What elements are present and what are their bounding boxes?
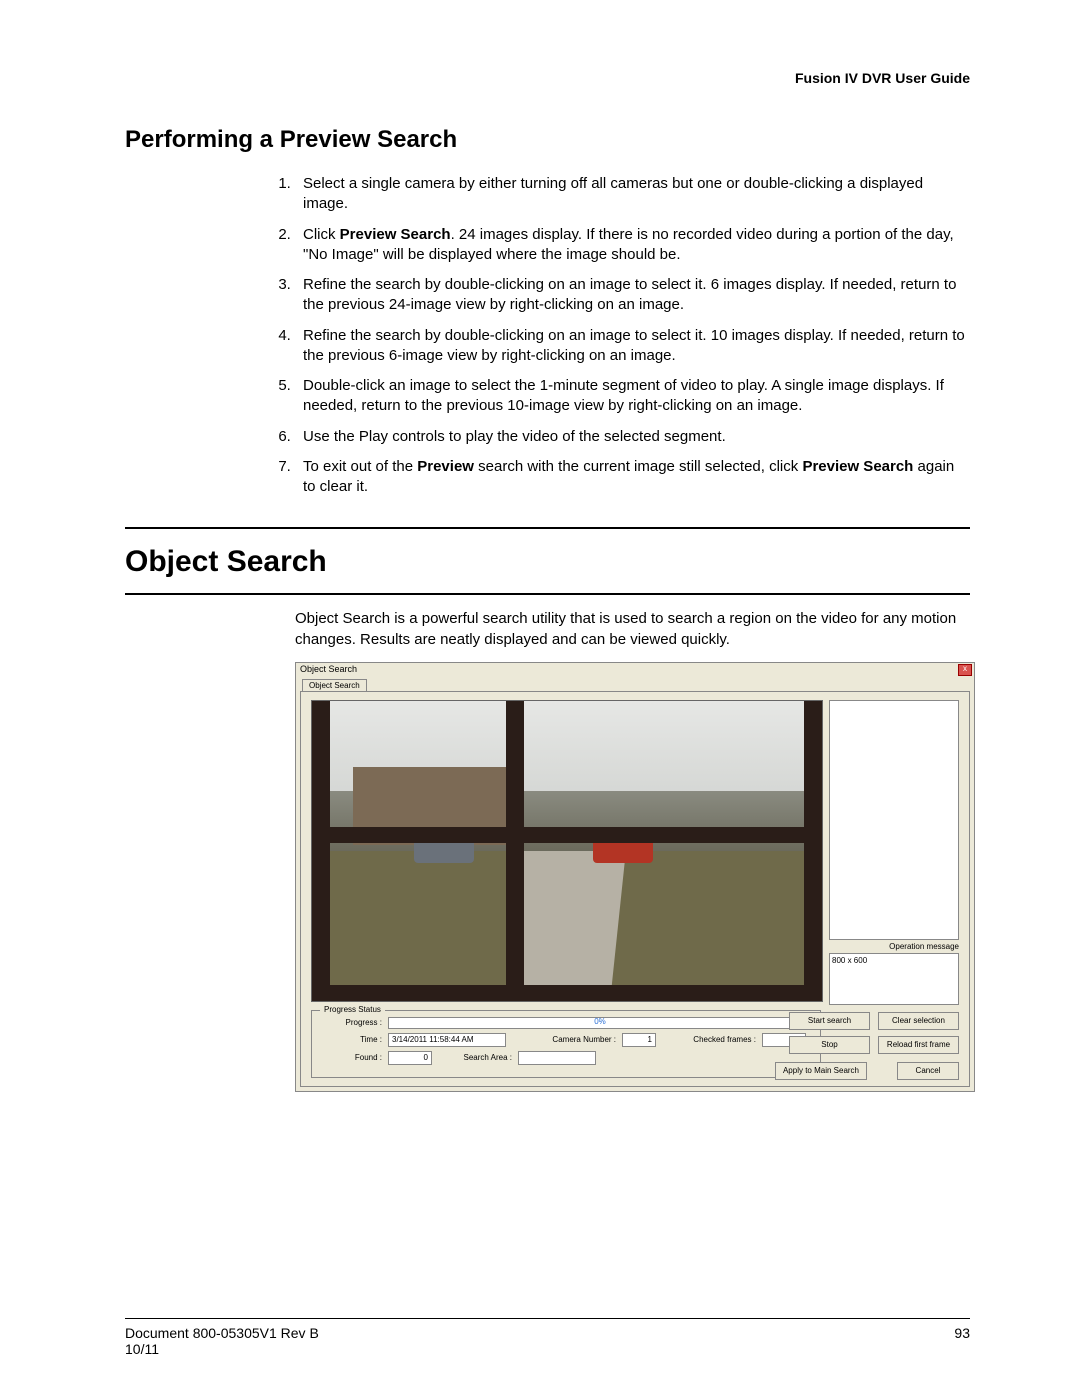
page-number: 93 — [954, 1325, 970, 1357]
object-search-intro: Object Search is a powerful search utili… — [295, 609, 970, 650]
results-sidebar: Operation message 800 x 600 — [829, 700, 959, 1005]
footer-doc-id: Document 800-05305V1 Rev B — [125, 1325, 319, 1341]
divider — [125, 593, 970, 595]
stop-button[interactable]: Stop — [789, 1036, 870, 1054]
found-field: 0 — [388, 1051, 432, 1065]
dialog-title: Object Search — [300, 664, 357, 674]
close-icon[interactable]: x — [958, 664, 972, 676]
step-1: Select a single camera by either turning… — [295, 174, 970, 215]
step-4: Refine the search by double-clicking on … — [295, 326, 970, 367]
step-7: To exit out of the Preview search with t… — [295, 457, 970, 498]
running-header: Fusion IV DVR User Guide — [125, 70, 970, 86]
apply-to-main-search-button[interactable]: Apply to Main Search — [775, 1062, 867, 1080]
operation-message-label: Operation message — [829, 942, 959, 951]
time-field: 3/14/2011 11:58:44 AM — [388, 1033, 506, 1047]
step-6: Use the Play controls to play the video … — [295, 427, 970, 447]
section-heading-preview-search: Performing a Preview Search — [125, 126, 970, 154]
preview-search-steps: Select a single camera by either turning… — [295, 174, 970, 497]
cancel-button[interactable]: Cancel — [897, 1062, 959, 1080]
step-5: Double-click an image to select the 1-mi… — [295, 376, 970, 417]
results-listbox[interactable] — [829, 700, 959, 940]
clear-selection-button[interactable]: Clear selection — [878, 1012, 959, 1030]
search-area-field — [518, 1051, 596, 1065]
object-search-dialog: Object Search x Object Search Op — [295, 662, 975, 1092]
tab-object-search[interactable]: Object Search — [302, 679, 367, 691]
action-buttons: Start search Clear selection Stop Reload… — [789, 1012, 959, 1060]
progress-status-group: Progress Status Progress : 0% Time : 3/1… — [311, 1010, 821, 1078]
dialog-titlebar[interactable]: Object Search x — [296, 663, 974, 677]
dialog-panel: Operation message 800 x 600 Progress Sta… — [300, 691, 970, 1087]
progress-status-legend: Progress Status — [320, 1005, 385, 1014]
reload-first-frame-button[interactable]: Reload first frame — [878, 1036, 959, 1054]
step-2: Click Preview Search. 24 images display.… — [295, 225, 970, 266]
operation-message-box: 800 x 600 — [829, 953, 959, 1005]
page-footer: Document 800-05305V1 Rev B 10/11 93 — [125, 1318, 970, 1357]
footer-date: 10/11 — [125, 1341, 319, 1357]
progress-bar: 0% — [388, 1017, 812, 1029]
step-3: Refine the search by double-clicking on … — [295, 275, 970, 316]
camera-number-field: 1 — [622, 1033, 656, 1047]
video-preview[interactable] — [311, 700, 823, 1002]
section-heading-object-search: Object Search — [125, 545, 970, 579]
bottom-buttons: Apply to Main Search Cancel — [775, 1062, 959, 1080]
divider — [125, 527, 970, 529]
start-search-button[interactable]: Start search — [789, 1012, 870, 1030]
